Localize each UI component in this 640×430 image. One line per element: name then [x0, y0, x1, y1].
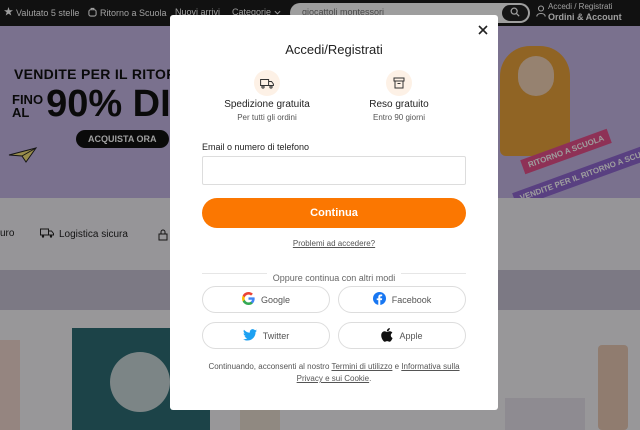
facebook-login-button[interactable]: Facebook: [338, 286, 466, 313]
truck-icon: [254, 70, 280, 96]
legal-prefix: Continuando, acconsenti al nostro: [208, 362, 332, 371]
google-label: Google: [260, 294, 291, 305]
terms-of-use-link[interactable]: Termini di utilizzo: [331, 362, 392, 371]
apple-label: Apple: [399, 330, 423, 341]
apple-login-button[interactable]: Apple: [338, 322, 466, 349]
facebook-label: Facebook: [391, 294, 432, 305]
login-modal: Accedi/Registrati Spedizione gratuita Pe…: [170, 15, 498, 410]
close-button[interactable]: [476, 23, 490, 37]
other-methods-divider: Oppure continua con altri modi: [170, 268, 498, 286]
twitter-login-button[interactable]: Twitter: [202, 322, 330, 349]
legal-notice: Continuando, acconsenti al nostro Termin…: [196, 361, 472, 385]
modal-title: Accedi/Registrati: [285, 42, 383, 57]
benefit-free-returns: Reso gratuito Entro 90 giorni: [324, 70, 474, 122]
continue-button[interactable]: Continua: [202, 198, 466, 228]
facebook-icon: [372, 292, 386, 307]
apple-icon: [381, 327, 394, 344]
google-icon: [241, 292, 255, 307]
other-methods-label: Oppure continua con altri modi: [266, 273, 402, 283]
google-login-button[interactable]: Google: [202, 286, 330, 313]
email-phone-input[interactable]: [202, 156, 466, 185]
benefit-subtitle: Entro 90 giorni: [372, 113, 426, 122]
legal-end: .: [369, 374, 372, 383]
benefit-free-shipping: Spedizione gratuita Per tutti gli ordini: [192, 70, 342, 122]
twitter-label: Twitter: [262, 330, 290, 341]
return-box-icon: [386, 70, 412, 96]
benefit-subtitle: Per tutti gli ordini: [237, 113, 297, 122]
close-icon: [476, 24, 490, 41]
benefit-title: Reso gratuito: [369, 99, 429, 110]
trouble-signing-in-link[interactable]: Problemi ad accedere?: [170, 239, 498, 248]
twitter-icon: [242, 328, 257, 343]
benefit-title: Spedizione gratuita: [224, 99, 310, 110]
email-phone-label: Email o numero di telefono: [202, 142, 310, 152]
legal-and: e: [392, 362, 402, 371]
